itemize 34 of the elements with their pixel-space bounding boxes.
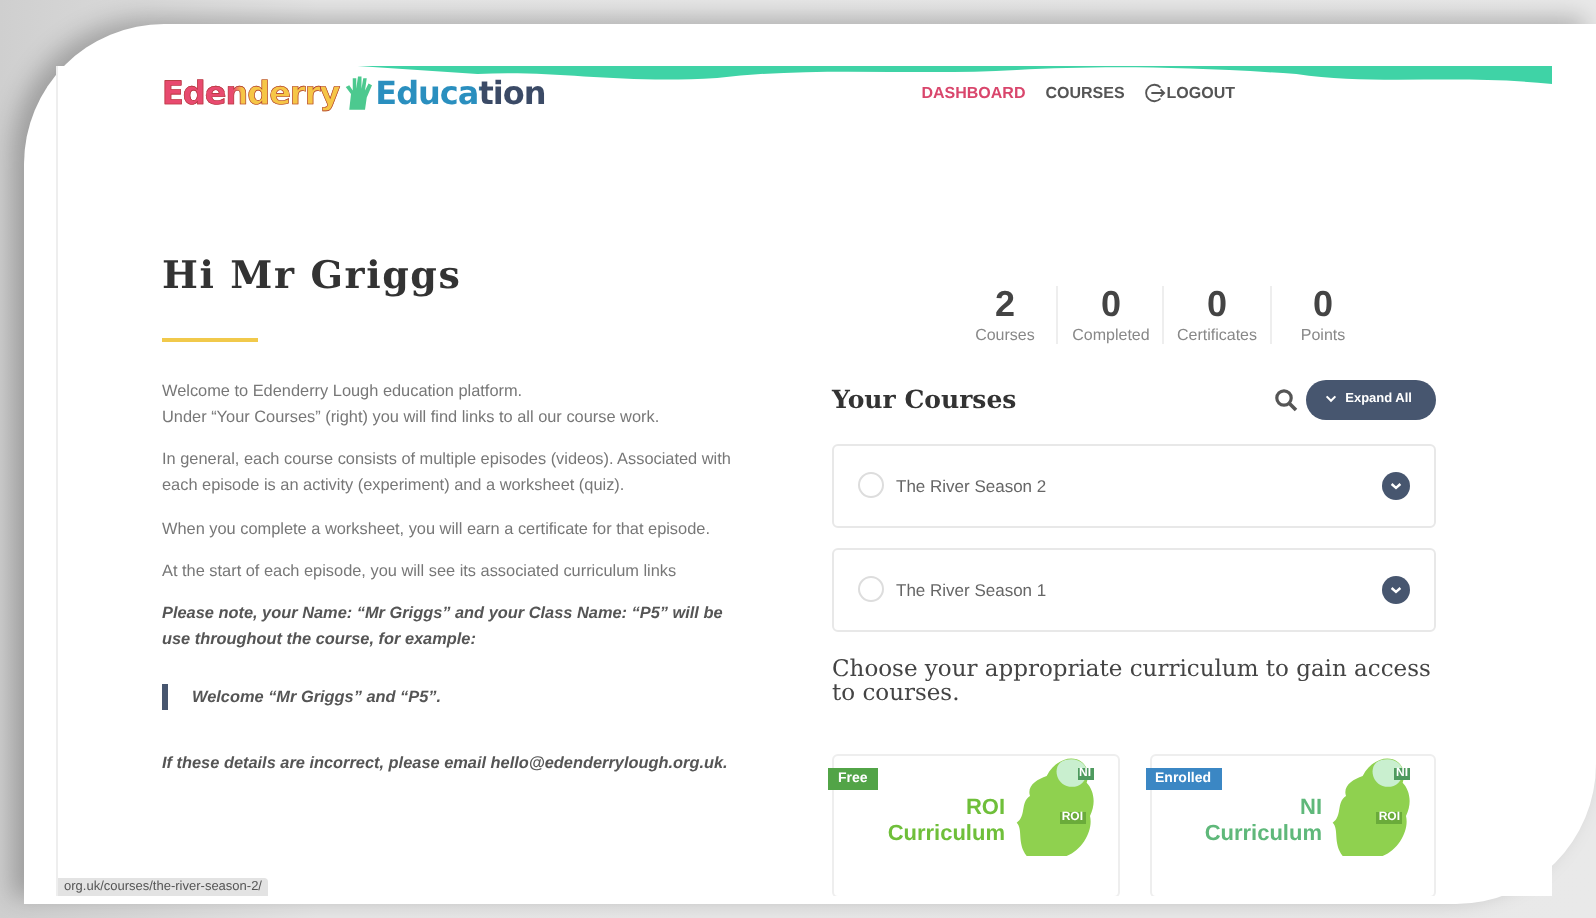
greeting-heading: Hi Mr Griggs (162, 254, 464, 298)
curriculum-title: NI Curriculum (1204, 796, 1322, 849)
paragraph: When you complete a worksheet, you will earn a certificate for that episode. (162, 517, 712, 542)
nav-link[interactable]: DASHBOARD (921, 82, 1026, 104)
stat-value: 2 (992, 286, 1017, 326)
expand-chevron-icon[interactable] (1382, 575, 1410, 604)
course-card[interactable]: The River Season 2 (832, 443, 1436, 528)
stat-label: Courses (973, 325, 1037, 344)
section-heading: Your Courses (832, 384, 1017, 415)
section-heading: Choose your appropriate curriculum to gain access to courses. (832, 655, 1433, 707)
nav-link[interactable]: COURSES (1045, 82, 1125, 104)
nav-link[interactable]: LOGOUT (1144, 82, 1235, 104)
accent-line (162, 338, 258, 342)
search-icon[interactable] (1273, 387, 1298, 412)
paragraph: Welcome to Edenderry Lough education platform. Under “Your Courses” (right) you will find links to all our course work. (162, 380, 662, 431)
paragraph: If these details are incorrect, please email hello@edenderrylough.org.uk. (162, 752, 730, 777)
paragraph: In general, each course consists of multiple episodes (videos). Associated with each episode is an activity (experiment) and a worksheet (quiz). (162, 448, 733, 499)
blockquote-text: Welcome “Mr Griggs” and “P5”. (162, 684, 742, 711)
stat-label: Certificates (1176, 325, 1257, 344)
stat-value: 0 (1098, 286, 1123, 326)
paragraph: At the start of each episode, you will see its associated curriculum links (162, 559, 679, 584)
course-card[interactable]: The River Season 1 (832, 547, 1436, 632)
paragraph: Please note, your Name: “Mr Griggs” and your Class Name: “P5” will be use throughout the course, for example: (162, 601, 725, 652)
expand-chevron-icon[interactable] (1382, 471, 1410, 500)
stat-value: 0 (1204, 286, 1229, 326)
course-title[interactable]: The River Season 1 (896, 579, 1382, 600)
hand-icon (343, 75, 372, 111)
curriculum-title: ROI Curriculum (887, 796, 1005, 849)
course-title[interactable]: The River Season 2 (896, 475, 1382, 496)
logout-icon[interactable] (1144, 82, 1167, 104)
chevron-icon (1323, 392, 1338, 407)
stat-value: 0 (1310, 286, 1335, 326)
stat-label: Points (1298, 325, 1348, 344)
stat-label: Completed (1070, 325, 1151, 344)
